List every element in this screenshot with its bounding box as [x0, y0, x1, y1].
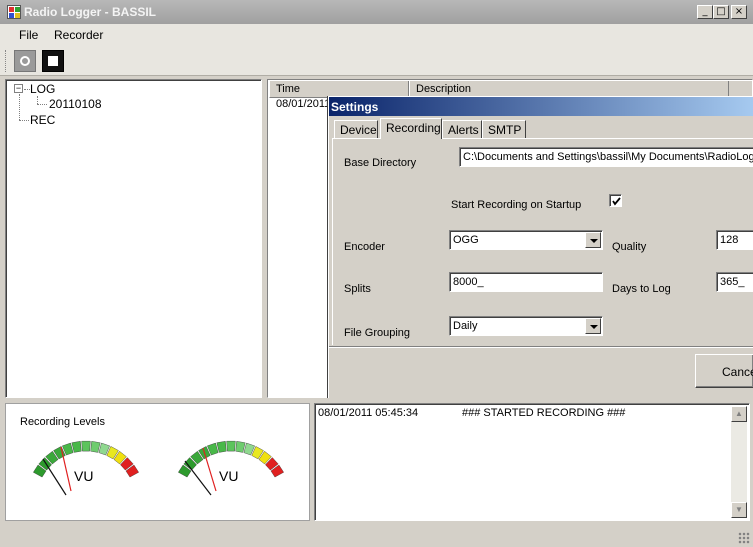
splitter[interactable] — [0, 399, 753, 402]
chevron-down-icon[interactable] — [585, 232, 601, 248]
base-directory-label: Base Directory — [344, 157, 417, 169]
vu-segment — [216, 441, 227, 453]
stop-button[interactable] — [42, 50, 64, 72]
dialog-separator — [329, 346, 753, 348]
window-title: Radio Logger - BASSIL — [24, 5, 156, 19]
app-icon — [7, 5, 21, 19]
collapse-icon[interactable]: − — [14, 84, 23, 93]
tree-line — [37, 96, 38, 104]
menu-bar: File Recorder — [0, 24, 753, 46]
file-grouping-select[interactable]: Daily — [449, 316, 603, 336]
recording-tab-page: Base Directory C:\Documents and Settings… — [332, 138, 753, 345]
menu-file[interactable]: File — [19, 28, 38, 42]
scroll-down-icon[interactable]: ▼ — [731, 502, 747, 518]
tab-recording[interactable]: Recording — [380, 118, 442, 139]
tree-line — [19, 120, 29, 121]
file-grouping-label: File Grouping — [344, 327, 411, 339]
toolbar-grip — [5, 50, 8, 72]
vu-label-left: VU — [74, 468, 93, 484]
toolbar — [0, 46, 753, 76]
record-button[interactable] — [14, 50, 36, 72]
startup-checkbox[interactable] — [609, 194, 622, 207]
log-timestamp: 08/01/2011 05:45:34 — [318, 407, 419, 419]
days-to-log-label: Days to Log — [612, 283, 671, 295]
tree-node-rec[interactable]: REC — [30, 113, 55, 127]
quality-input[interactable]: 128 — [716, 230, 753, 250]
days-to-log-input[interactable]: 365_ — [716, 272, 753, 292]
log-scrollbar[interactable]: ▲ ▼ — [731, 406, 747, 518]
encoder-label: Encoder — [344, 241, 385, 253]
encoder-value: OGG — [453, 234, 479, 246]
base-directory-input[interactable]: C:\Documents and Settings\bassil\My Docu… — [459, 147, 753, 167]
minimize-button[interactable]: _ — [697, 5, 713, 19]
main-window: Radio Logger - BASSIL _ □ × File Recorde… — [0, 0, 753, 547]
tab-smtp[interactable]: SMTP — [482, 120, 526, 138]
settings-title: Settings — [331, 100, 379, 114]
folder-tree[interactable]: − LOG 20110108 REC — [5, 79, 262, 398]
tree-node-log[interactable]: LOG — [30, 82, 55, 96]
list-cell-time[interactable]: 08/01/2011 — [276, 98, 330, 110]
record-icon — [20, 56, 30, 66]
vu-segment — [71, 441, 82, 453]
vu-meter-right: VU — [178, 440, 284, 496]
vu-segment — [81, 440, 91, 452]
vu-segment — [226, 440, 236, 452]
quality-label: Quality — [612, 241, 647, 253]
chevron-down-icon[interactable] — [585, 318, 601, 334]
tree-line — [37, 104, 47, 105]
recording-levels-panel: Recording Levels VU VU — [5, 403, 310, 521]
settings-title-bar[interactable]: Settings — [329, 97, 753, 116]
splits-input[interactable]: 8000_ — [449, 272, 603, 292]
tab-device[interactable]: Device — [334, 120, 378, 138]
close-button[interactable]: × — [731, 5, 747, 19]
vu-segment — [90, 441, 101, 453]
tree-node-date[interactable]: 20110108 — [49, 97, 102, 111]
status-bar — [0, 524, 753, 547]
encoder-select[interactable]: OGG — [449, 230, 603, 250]
splits-label: Splits — [344, 283, 371, 295]
recording-levels-label: Recording Levels — [20, 416, 105, 428]
title-bar[interactable]: Radio Logger - BASSIL _ □ × — [0, 0, 753, 24]
maximize-button[interactable]: □ — [713, 5, 729, 19]
check-icon — [612, 197, 621, 206]
file-grouping-value: Daily — [453, 320, 478, 332]
menu-recorder[interactable]: Recorder — [54, 28, 103, 42]
cancel-button[interactable]: Cancel — [695, 354, 753, 388]
log-message: ### STARTED RECORDING ### — [462, 407, 626, 419]
tab-alerts[interactable]: Alerts — [442, 120, 482, 138]
vu-label-right: VU — [219, 468, 238, 484]
tree-line — [19, 94, 20, 120]
vu-segment — [235, 441, 246, 453]
vu-meter-left: VU — [33, 440, 139, 496]
stop-icon — [48, 56, 58, 66]
scroll-up-icon[interactable]: ▲ — [731, 406, 747, 422]
startup-label: Start Recording on Startup — [451, 199, 582, 211]
resize-grip-icon[interactable] — [738, 532, 750, 544]
settings-dialog: Settings Device Recording Alerts SMTP Ba… — [328, 96, 753, 398]
event-log[interactable]: 08/01/2011 05:45:34 ### STARTED RECORDIN… — [314, 403, 750, 521]
